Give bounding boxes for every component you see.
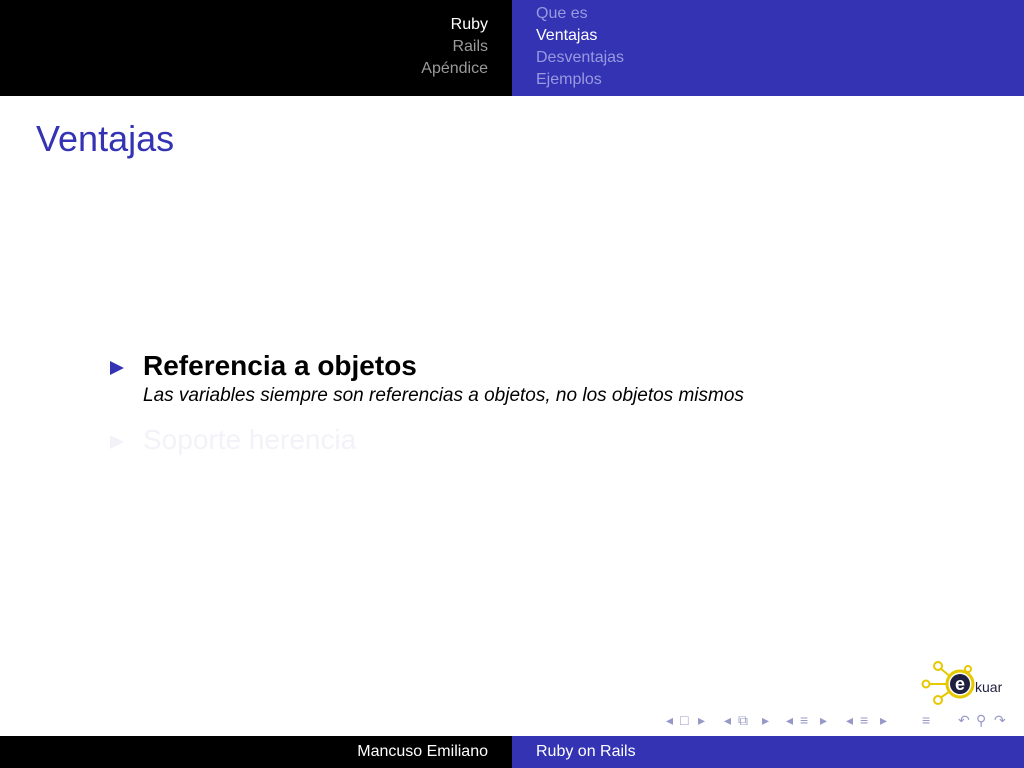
ekuar-logo: e kuar: [921, 661, 1003, 705]
frame-icon[interactable]: □: [680, 708, 688, 732]
back-icon[interactable]: ↶: [958, 708, 970, 732]
frame-title: Ventajas: [36, 118, 175, 159]
nav-prev-arrow-icon[interactable]: ◂: [846, 708, 853, 732]
section-navigation: Ruby Rails Apéndice: [0, 0, 512, 96]
bullet-triangle-icon: [110, 435, 124, 449]
footer-title: Ruby on Rails: [536, 743, 636, 760]
bullet-triangle-icon: [110, 361, 124, 375]
slide-header: Ruby Rails Apéndice Que es Ventajas Desv…: [0, 0, 1024, 96]
nav-next-arrow-icon[interactable]: ▸: [762, 708, 769, 732]
appendix-icon[interactable]: ≡: [922, 708, 930, 732]
nav-next-arrow-icon[interactable]: ▸: [698, 708, 705, 732]
logo-letter: e: [955, 674, 965, 694]
section-icon[interactable]: ≡: [800, 708, 808, 732]
subsection-link-ventajas[interactable]: Ventajas: [536, 26, 597, 46]
footer-title-box: Ruby on Rails: [512, 736, 1024, 768]
nav-prev-arrow-icon[interactable]: ◂: [786, 708, 793, 732]
forward-icon[interactable]: ↷: [994, 708, 1006, 732]
beamer-navigation-bar: ◂ □ ▸ ◂ ⧉ ▸ ◂ ≡ ▸ ◂ ≡ ▸ ≡ ↶ ⚲ ↷: [660, 708, 1024, 732]
nav-next-arrow-icon[interactable]: ▸: [880, 708, 887, 732]
footer-author-box: Mancuso Emiliano: [0, 736, 512, 768]
section-icon[interactable]: ≡: [860, 708, 868, 732]
item-title-herencia: Soporte herencia: [143, 424, 357, 455]
subsection-link-ejemplos[interactable]: Ejemplos: [536, 70, 602, 90]
nav-next-arrow-icon[interactable]: ▸: [820, 708, 827, 732]
section-link-apendice[interactable]: Apéndice: [421, 59, 488, 79]
item-description-referencia: Las variables siempre son referencias a …: [143, 385, 744, 406]
search-icon[interactable]: ⚲: [976, 708, 986, 732]
nav-prev-arrow-icon[interactable]: ◂: [666, 708, 673, 732]
subsection-link-que-es[interactable]: Que es: [536, 4, 588, 24]
logo-text: kuar: [975, 679, 1003, 695]
section-link-ruby[interactable]: Ruby: [451, 15, 488, 35]
footer-author: Mancuso Emiliano: [357, 743, 488, 760]
nav-prev-arrow-icon[interactable]: ◂: [724, 708, 731, 732]
subsection-navigation: Que es Ventajas Desventajas Ejemplos: [512, 0, 1024, 96]
slide-footer: Mancuso Emiliano Ruby on Rails: [0, 736, 1024, 768]
item-title-referencia: Referencia a objetos: [143, 350, 417, 381]
subsection-link-desventajas[interactable]: Desventajas: [536, 48, 624, 68]
section-link-rails[interactable]: Rails: [452, 37, 488, 57]
subsection-icon[interactable]: ⧉: [738, 708, 748, 732]
